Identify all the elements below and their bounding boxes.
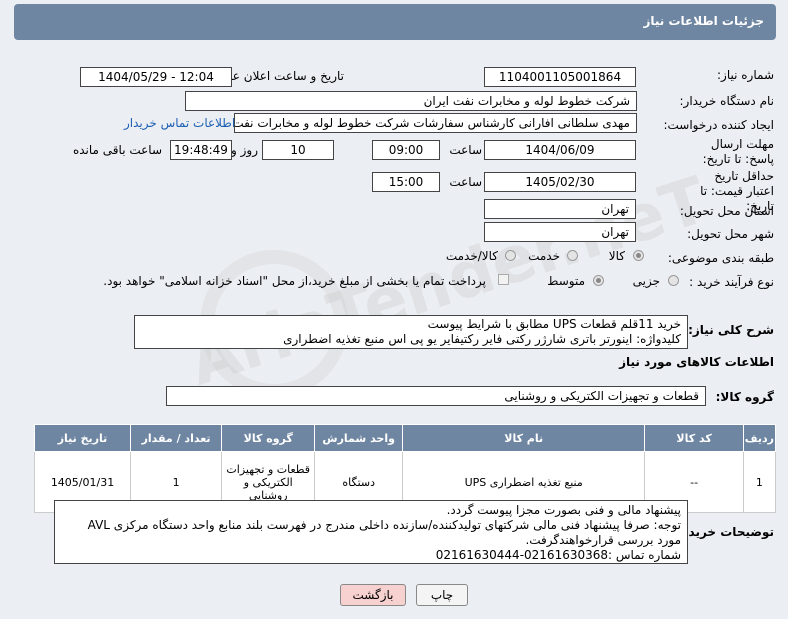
price-validity-date-field: 1405/02/30 <box>484 172 636 192</box>
city-field: تهران <box>484 222 636 242</box>
category-option-service: خدمت <box>528 249 560 263</box>
buyer-org-field: شرکت خطوط لوله و مخابرات نفت ایران <box>185 91 637 111</box>
buyer-note-line-1: پیشنهاد مالی و فنی بصورت مجزا پیوست گردد… <box>446 503 681 517</box>
category-radio-both[interactable] <box>505 250 516 261</box>
reply-deadline-label: مهلت ارسال پاسخ: تا تاریخ: <box>702 137 774 166</box>
col-header-date: تاریخ نیاز <box>33 424 132 452</box>
remaining-time-field: 19:48:49 <box>170 140 232 160</box>
purchase-radio-minor[interactable] <box>668 275 679 286</box>
price-validity-time-field: 15:00 <box>372 172 440 192</box>
reply-date-field: 1404/06/09 <box>484 140 636 160</box>
page-header: جزئیات اطلاعات نیاز <box>14 4 776 40</box>
col-header-group: گروه کالا <box>221 424 316 452</box>
table-header-row: ردیف کد کالا نام کالا واحد شمارش گروه کا… <box>33 424 777 452</box>
group-label: گروه کالا: <box>715 390 774 404</box>
city-label: شهر محل تحویل: <box>687 227 774 241</box>
col-header-name: نام کالا <box>401 424 646 452</box>
col-header-row: ردیف <box>742 424 777 452</box>
description-line-2: کلیدواژه: اینورتر باتری شارژر رکتی فایر … <box>283 332 681 346</box>
category-radio-service[interactable] <box>567 250 578 261</box>
purchase-option-minor: جزیی <box>632 274 660 288</box>
back-button[interactable]: بازگشت <box>340 584 406 606</box>
buyer-note-line-2: توجه: صرفا پیشنهاد فنی مالی شرکتهای تولی… <box>87 518 681 532</box>
page-title: جزئیات اطلاعات نیاز <box>643 14 764 28</box>
requester-label: ایجاد کننده درخواست: <box>663 118 774 132</box>
category-option-both: کالا/خدمت <box>445 249 498 263</box>
announce-field: 1404/05/29 - 12:04 <box>80 67 232 87</box>
items-section-title: اطلاعات کالاهای مورد نیاز <box>619 355 774 369</box>
price-validity-time-label: ساعت <box>449 175 482 189</box>
need-number-label: شماره نیاز: <box>717 68 774 82</box>
category-option-goods: کالا <box>608 249 625 263</box>
treasury-checkbox[interactable] <box>498 274 509 285</box>
days-label: روز و <box>231 143 258 157</box>
purchase-radio-medium[interactable] <box>593 275 604 286</box>
reply-time-field: 09:00 <box>372 140 440 160</box>
print-button[interactable]: چاپ <box>416 584 468 606</box>
treasury-note: پرداخت تمام یا بخشی از مبلغ خرید،از محل … <box>103 274 486 288</box>
col-header-code: کد کالا <box>644 424 744 452</box>
description-field: خرید 11قلم قطعات UPS مطابق با شرایط پیوس… <box>134 315 688 349</box>
description-label: شرح کلی نیاز: <box>688 323 774 337</box>
cell-row: 1 <box>742 451 777 513</box>
category-label: طبقه بندی موضوعی: <box>667 251 774 265</box>
buyer-note-line-3: مورد بررسی قرارخواهندگرفت. <box>525 533 681 547</box>
remaining-label: ساعت باقی مانده <box>72 143 162 157</box>
buyer-org-label: نام دستگاه خریدار: <box>679 94 775 108</box>
description-line-1: خرید 11قلم قطعات UPS مطابق با شرایط پیوس… <box>427 317 681 331</box>
col-header-qty: تعداد / مقدار <box>130 424 223 452</box>
need-number-field: 1104001105001864 <box>484 67 636 87</box>
category-radio-goods[interactable] <box>633 250 644 261</box>
province-field: تهران <box>484 199 636 219</box>
requester-field: مهدی سلطانی افارانی کارشناس سفارشات شرکت… <box>234 113 637 133</box>
buyer-contact-link[interactable]: اطلاعات تماس خریدار <box>124 116 235 130</box>
group-field: قطعات و تجهیزات الکتریکی و روشنایی <box>166 386 706 406</box>
province-label: استان محل تحویل: <box>679 204 774 218</box>
buyer-note-line-4: شماره تماس :02161630368-02161630444 <box>435 548 681 562</box>
purchase-option-medium: متوسط <box>547 274 585 288</box>
purchase-type-label: نوع فرآیند خرید : <box>689 275 774 289</box>
reply-time-label: ساعت <box>449 143 482 157</box>
reply-days-field: 10 <box>262 140 334 160</box>
buyer-notes-field: پیشنهاد مالی و فنی بصورت مجزا پیوست گردد… <box>54 500 688 564</box>
col-header-unit: واحد شمارش <box>314 424 403 452</box>
